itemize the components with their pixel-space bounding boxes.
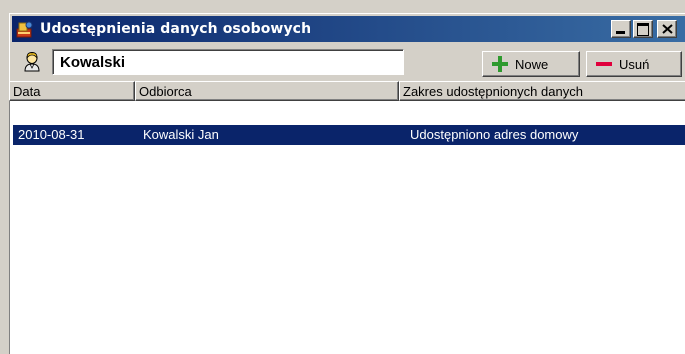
table-row[interactable]: 2010-08-31 Kowalski Jan Udostępniono adr…: [13, 125, 685, 145]
title-bar[interactable]: Udostępnienia danych osobowych: [12, 16, 685, 42]
table-header: Data Odbiorca Zakres udostępnionych dany…: [9, 81, 685, 101]
minimize-button[interactable]: [611, 20, 631, 38]
cell-date: 2010-08-31: [18, 127, 85, 142]
column-header-date[interactable]: Data: [9, 81, 135, 101]
data-list[interactable]: 2010-08-31 Kowalski Jan Udostępniono adr…: [9, 101, 685, 354]
plus-icon: [491, 55, 509, 73]
column-header-recipient[interactable]: Odbiorca: [135, 81, 399, 101]
new-button[interactable]: Nowe: [482, 51, 580, 77]
close-button[interactable]: [657, 20, 677, 38]
column-header-scope[interactable]: Zakres udostępnionych danych: [399, 81, 685, 101]
minus-icon: [595, 55, 613, 73]
window-title: Udostępnienia danych osobowych: [40, 21, 312, 37]
cell-scope: Udostępniono adres domowy: [410, 127, 579, 142]
close-icon: [662, 24, 673, 34]
search-input[interactable]: [52, 49, 404, 75]
cell-recipient: Kowalski Jan: [143, 127, 219, 142]
maximize-button[interactable]: [633, 20, 653, 38]
delete-button-label: Usuń: [619, 56, 650, 72]
delete-button[interactable]: Usuń: [586, 51, 682, 77]
data-sharing-icon: [16, 20, 34, 38]
person-icon: [23, 52, 41, 72]
toolbar: Nowe Usuń: [9, 45, 685, 77]
window: Udostępnienia danych osobowych Kowalski …: [8, 12, 685, 354]
new-button-label: Nowe: [515, 56, 549, 72]
